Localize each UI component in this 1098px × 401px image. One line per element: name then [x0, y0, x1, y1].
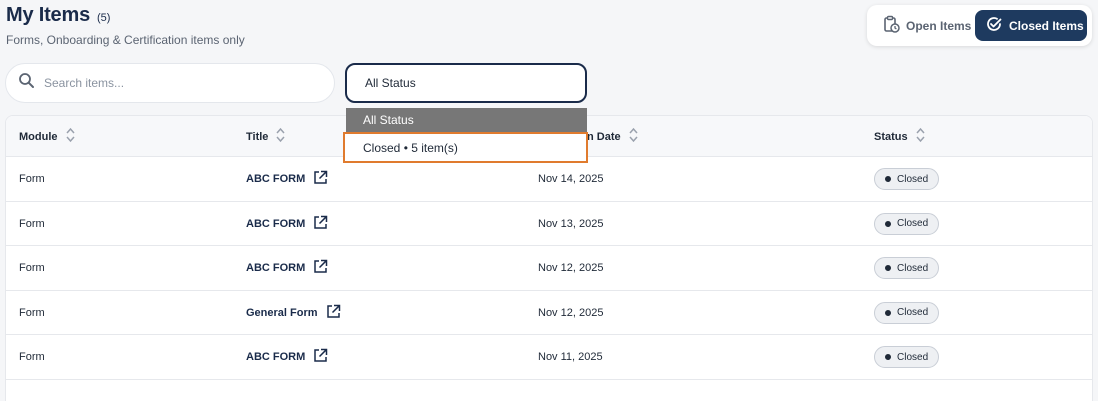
search-input[interactable] [44, 76, 304, 90]
date-cell: Nov 12, 2025 [538, 262, 604, 274]
table-row: Form ABC FORM Nov 12, 2025 Closed [6, 246, 1092, 291]
item-title[interactable]: ABC FORM [246, 262, 305, 274]
column-header-title[interactable]: Title [246, 116, 285, 157]
sort-icon [65, 127, 75, 146]
status-label: Closed [897, 307, 929, 318]
date-cell: Nov 12, 2025 [538, 306, 604, 319]
module-cell: Form [19, 306, 45, 319]
status-badge: Closed [874, 346, 940, 368]
column-label: Module [19, 130, 58, 143]
item-title[interactable]: ABC FORM [246, 218, 305, 230]
status-cell: Closed [874, 335, 940, 379]
item-title[interactable]: General Form [246, 307, 318, 319]
title-cell: ABC FORM [246, 246, 328, 290]
external-link-icon[interactable] [313, 215, 328, 233]
status-cell: Closed [874, 202, 940, 246]
external-link-icon[interactable] [326, 304, 341, 322]
column-header-date[interactable]: n Date [587, 116, 638, 157]
search-icon [18, 72, 35, 94]
status-cell: Closed [874, 246, 940, 290]
dropdown-option-all-status[interactable]: All Status [346, 108, 587, 132]
status-badge: Closed [874, 301, 940, 324]
column-label: Status [874, 130, 908, 143]
table-row: Form General Form Nov 12, 2025 Closed [6, 291, 1092, 335]
external-link-icon[interactable] [313, 348, 328, 366]
date-cell: Nov 13, 2025 [538, 217, 604, 230]
external-link-icon[interactable] [313, 259, 328, 277]
search-box [5, 63, 335, 103]
status-dot [885, 220, 891, 227]
closed-items-button[interactable]: Closed Items [975, 10, 1087, 41]
status-dot [885, 354, 891, 360]
module-cell: Form [19, 262, 45, 274]
page-title: My Items [6, 4, 90, 26]
sort-icon [916, 127, 925, 146]
page-header: My Items (5) Forms, Onboarding & Certifi… [6, 4, 245, 47]
status-badge: Closed [874, 168, 940, 190]
dropdown-option-closed[interactable]: Closed • 5 item(s) [343, 132, 588, 163]
column-label: Title [246, 130, 269, 143]
status-label: Closed [897, 351, 929, 363]
title-cell: ABC FORM [246, 335, 328, 379]
status-dropdown-list: All Status Closed • 5 item(s) [343, 108, 588, 163]
item-title[interactable]: ABC FORM [246, 173, 305, 185]
column-header-status[interactable]: Status [874, 116, 925, 157]
status-dot [885, 176, 891, 182]
status-cell: Closed [874, 157, 940, 201]
check-circle-icon [985, 15, 1003, 36]
sort-icon [629, 127, 638, 146]
external-link-icon[interactable] [313, 170, 328, 188]
title-cell: ABC FORM [246, 202, 328, 246]
sort-icon [276, 127, 285, 146]
date-cell: Nov 14, 2025 [538, 173, 604, 185]
status-label: Closed [897, 262, 929, 274]
module-cell: Form [19, 217, 45, 230]
module-cell: Form [19, 351, 45, 363]
table-row: Form ABC FORM Nov 13, 2025 Closed [6, 202, 1092, 246]
status-badge: Closed [874, 257, 940, 279]
status-label: Closed [897, 218, 929, 229]
status-cell: Closed [874, 291, 940, 335]
status-filter-value: All Status [365, 76, 416, 90]
column-header-module[interactable]: Module [19, 116, 75, 157]
status-dot [885, 309, 891, 316]
title-cell: ABC FORM [246, 157, 328, 201]
date-cell: Nov 11, 2025 [538, 351, 603, 363]
column-label: n Date [587, 130, 621, 143]
module-cell: Form [19, 173, 45, 185]
table-row: Form ABC FORM Nov 11, 2025 Closed [6, 335, 1092, 380]
page-subtitle: Forms, Onboarding & Certification items … [6, 33, 245, 47]
status-dot [885, 265, 891, 271]
status-filter-select[interactable]: All Status [345, 63, 587, 103]
items-toggle-group: Open Items Closed Items [867, 5, 1092, 46]
item-title[interactable]: ABC FORM [246, 351, 305, 363]
clipboard-clock-icon [883, 15, 900, 36]
closed-items-label: Closed Items [1009, 18, 1084, 33]
title-cell: General Form [246, 291, 341, 335]
status-label: Closed [897, 173, 929, 185]
open-items-button[interactable]: Open Items [871, 10, 975, 41]
item-count: (5) [97, 12, 111, 24]
status-badge: Closed [874, 212, 940, 235]
open-items-label: Open Items [906, 18, 972, 33]
table-row: Form ABC FORM Nov 14, 2025 Closed [6, 157, 1092, 202]
